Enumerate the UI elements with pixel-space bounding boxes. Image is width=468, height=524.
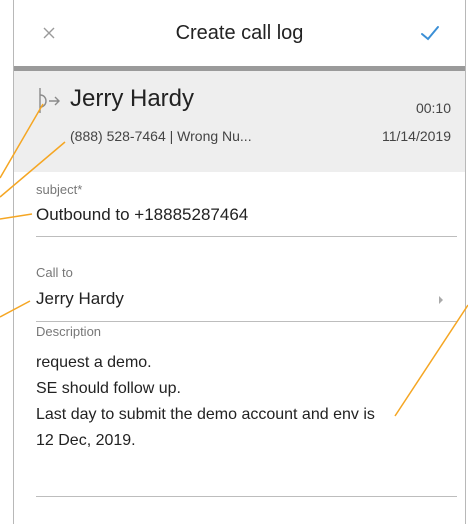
call-to-field[interactable]: Jerry Hardy bbox=[36, 289, 124, 309]
description-label: Description bbox=[36, 324, 102, 339]
description-underline bbox=[36, 496, 457, 497]
call-number-result: (888) 528-7464 | Wrong Nu... bbox=[70, 128, 252, 144]
call-to-underline bbox=[36, 321, 457, 322]
call-date: 11/14/2019 bbox=[381, 128, 451, 144]
subject-field[interactable]: Outbound to +18885287464 bbox=[36, 205, 248, 225]
outbound-call-icon bbox=[39, 88, 60, 113]
check-icon[interactable] bbox=[417, 22, 443, 44]
subject-label: subject* bbox=[36, 182, 83, 197]
header-bar: Create call log bbox=[14, 0, 465, 66]
chevron-right-icon[interactable] bbox=[437, 295, 445, 305]
description-field[interactable]: request a demo. SE should follow up. Las… bbox=[36, 350, 466, 454]
call-log-screen: Create call log Jerry Hardy 00:10 (888) … bbox=[13, 0, 466, 524]
description-line: Last day to submit the demo account and … bbox=[36, 406, 375, 423]
call-duration: 00:10 bbox=[415, 100, 451, 116]
subject-underline bbox=[36, 236, 457, 237]
description-line: request a demo. bbox=[36, 354, 152, 371]
description-line: SE should follow up. bbox=[36, 380, 181, 397]
close-icon[interactable] bbox=[38, 22, 60, 44]
contact-name: Jerry Hardy bbox=[70, 85, 195, 112]
call-to-label: Call to bbox=[36, 265, 73, 280]
call-summary: Jerry Hardy 00:10 (888) 528-7464 | Wrong… bbox=[14, 71, 465, 172]
description-line: 12 Dec, 2019. bbox=[36, 432, 136, 449]
page-title: Create call log bbox=[175, 21, 304, 44]
